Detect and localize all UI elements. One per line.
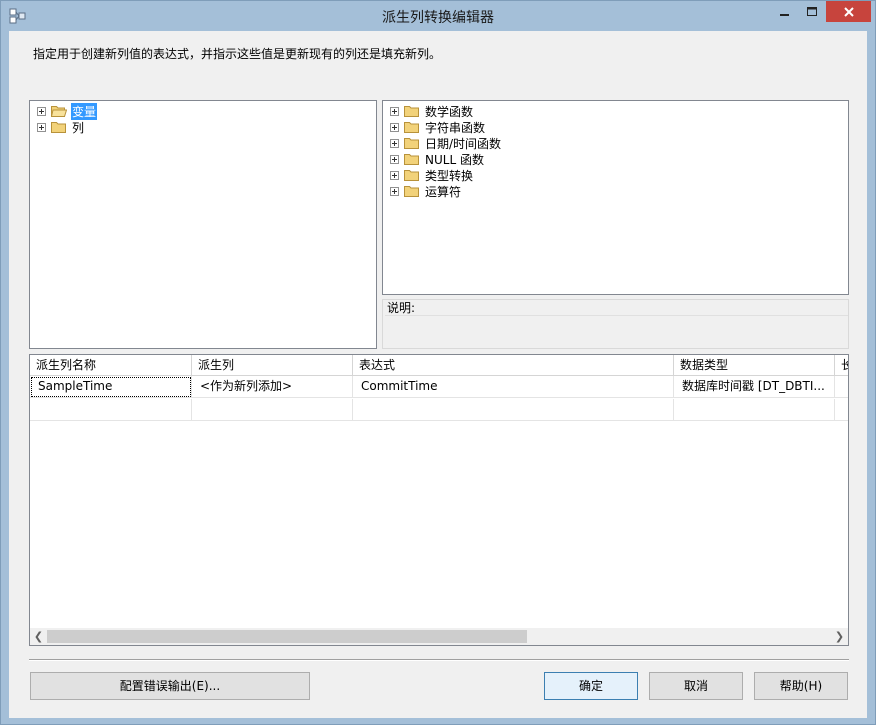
instruction-text: 指定用于创建新列值的表达式，并指示这些值是更新现有的列还是填充新列。: [33, 47, 442, 61]
cell-empty[interactable]: [30, 399, 192, 421]
expand-icon[interactable]: [390, 106, 399, 116]
scroll-left-icon[interactable]: ❮: [30, 628, 47, 645]
folder-icon: [404, 121, 420, 133]
folder-open-icon: [51, 105, 67, 117]
dialog-client: 指定用于创建新列值的表达式，并指示这些值是更新现有的列还是填充新列。 变量 列: [9, 31, 867, 718]
expand-icon[interactable]: [390, 138, 399, 148]
column-header-length[interactable]: 长: [835, 355, 848, 376]
window-title: 派生列转换编辑器: [382, 10, 494, 26]
expand-icon[interactable]: [390, 122, 399, 132]
column-header-expression[interactable]: 表达式: [353, 355, 674, 376]
tree-node-null-functions[interactable]: NULL 函数: [390, 151, 485, 167]
column-header-data-type[interactable]: 数据类型: [674, 355, 835, 376]
description-label: 说明:: [385, 300, 848, 316]
cancel-button[interactable]: 取消: [649, 672, 743, 700]
dialog-window: 派生列转换编辑器 指定用于创建新列值的表达式，并指示这些值是更新现有的列还是填充…: [0, 0, 876, 725]
configure-error-output-button[interactable]: 配置错误输出(E)...: [30, 672, 310, 700]
folder-icon: [404, 185, 420, 197]
title-bar[interactable]: 派生列转换编辑器: [1, 1, 875, 31]
expand-icon[interactable]: [37, 122, 46, 132]
table-row-new[interactable]: [30, 399, 848, 421]
tree-node-datetime-functions[interactable]: 日期/时间函数: [390, 135, 502, 151]
ok-button[interactable]: 确定: [544, 672, 638, 700]
tree-node-variables[interactable]: 变量: [37, 102, 98, 120]
cell-expression[interactable]: CommitTime: [353, 376, 674, 398]
horizontal-scrollbar[interactable]: ❮ ❯: [30, 628, 848, 645]
minimize-button[interactable]: [772, 1, 798, 22]
tree-node-label: 列: [72, 120, 85, 135]
folder-icon: [404, 105, 420, 117]
description-panel: 说明:: [382, 299, 849, 349]
expand-icon[interactable]: [390, 186, 399, 196]
expand-icon[interactable]: [390, 170, 399, 180]
tree-node-math-functions[interactable]: 数学函数: [390, 103, 474, 119]
tree-node-operators[interactable]: 运算符: [390, 183, 462, 199]
variables-columns-tree[interactable]: 变量 列: [29, 100, 377, 349]
tree-node-label: 数学函数: [425, 104, 474, 119]
derived-column-grid[interactable]: 派生列名称 派生列 表达式 数据类型 长 SampleTime <作为新列添加>…: [29, 354, 849, 646]
folder-icon: [404, 153, 420, 165]
tree-node-type-casts[interactable]: 类型转换: [390, 167, 474, 183]
cell-empty[interactable]: [835, 399, 848, 421]
folder-icon: [404, 137, 420, 149]
tree-node-label: 运算符: [425, 184, 462, 199]
close-icon: [843, 6, 854, 17]
cell-empty[interactable]: [674, 399, 835, 421]
tree-node-columns[interactable]: 列: [37, 119, 85, 135]
maximize-button[interactable]: [799, 1, 825, 22]
close-button[interactable]: [826, 1, 871, 22]
maximize-icon: [806, 6, 817, 16]
tree-node-string-functions[interactable]: 字符串函数: [390, 119, 486, 135]
tree-node-label: NULL 函数: [425, 152, 484, 167]
table-row[interactable]: SampleTime <作为新列添加> CommitTime 数据库时间戳 [D…: [30, 376, 848, 398]
folder-icon: [51, 121, 67, 133]
cell-derived-column[interactable]: <作为新列添加>: [192, 376, 353, 398]
scroll-right-icon[interactable]: ❯: [831, 628, 848, 645]
expand-icon[interactable]: [37, 106, 46, 116]
minimize-icon: [780, 13, 789, 16]
tree-node-label: 字符串函数: [425, 120, 486, 135]
expand-icon[interactable]: [390, 154, 399, 164]
column-header-derived-column[interactable]: 派生列: [192, 355, 353, 376]
cell-length[interactable]: [835, 376, 848, 398]
tree-node-label: 日期/时间函数: [425, 136, 502, 151]
cell-empty[interactable]: [192, 399, 353, 421]
cell-derived-column-name[interactable]: SampleTime: [30, 376, 192, 398]
folder-icon: [404, 169, 420, 181]
grid-header: 派生列名称 派生列 表达式 数据类型 长: [30, 355, 848, 376]
column-header-derived-column-name[interactable]: 派生列名称: [30, 355, 192, 376]
functions-tree[interactable]: 数学函数 字符串函数 日期/时间函数 NULL 函数 类型转换 运算符: [382, 100, 849, 295]
separator: [29, 659, 849, 661]
scroll-thumb[interactable]: [47, 630, 527, 643]
help-button[interactable]: 帮助(H): [754, 672, 848, 700]
cell-empty[interactable]: [353, 399, 674, 421]
tree-node-label: 变量: [71, 102, 98, 120]
cell-data-type[interactable]: 数据库时间戳 [DT_DBTI...: [674, 376, 835, 398]
tree-node-label: 类型转换: [425, 168, 474, 183]
